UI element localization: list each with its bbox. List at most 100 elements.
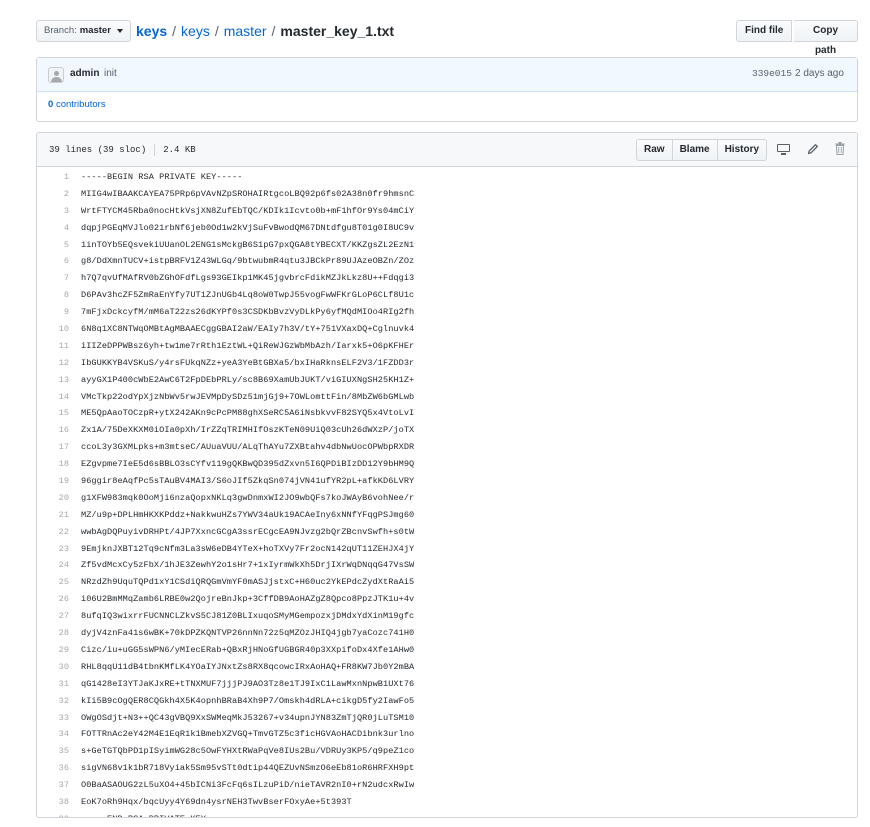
- code-table: 1 -----BEGIN RSA PRIVATE KEY----- 2 MIIG4wI…: [37, 169, 857, 817]
- line-content: 6N8q1XC8NTWqOMBtAgMBAAECggGBAI2aW/EAIy7h…: [81, 324, 415, 335]
- desktop-icon-screen: [777, 144, 790, 152]
- code-line: 25 NRzdZh9UquTQPd1xY1CSdiQRQGmVmYF0mASJjs…: [37, 574, 857, 591]
- line-content: WrtFTYCM45Rba0nocHtkVsjXN8ZufEbTQC/KDIk1…: [81, 205, 415, 216]
- code-line: 11 iIIZeDPPWBsz6yh+tw1me7rRth1EztWL+QiReW…: [37, 338, 857, 355]
- line-content: Zf5vdMcxCy5zFbX/1hJE3ZewhY2o1sHr7+1xIyrm…: [81, 560, 415, 571]
- blame-button[interactable]: Blame: [671, 139, 718, 161]
- line-content: 96ggir8eAqfPc5sTAuBV4MAI3/S6oJIf5ZkqSn07…: [81, 476, 415, 487]
- raw-button[interactable]: Raw: [636, 139, 673, 161]
- line-number[interactable]: 10: [37, 321, 69, 338]
- code-line: 3 WrtFTYCM45Rba0nocHtkVsjXN8ZufEbTQC/KDIk…: [37, 203, 857, 220]
- line-number[interactable]: 11: [37, 338, 69, 355]
- line-number[interactable]: 9: [37, 304, 69, 321]
- line-number[interactable]: 36: [37, 760, 69, 777]
- line-number[interactable]: 18: [37, 456, 69, 473]
- code-line: 8 D6PAv3hcZF5ZmRaEnYfy7UT1ZJnUGb4Lq8oW0Tw…: [37, 287, 857, 304]
- breadcrumb-separator: /: [271, 23, 276, 39]
- line-number[interactable]: 27: [37, 608, 69, 625]
- breadcrumb-dir-master-link[interactable]: master: [224, 21, 267, 41]
- breadcrumb-dir-keys-link[interactable]: keys: [181, 21, 210, 41]
- trash-icon[interactable]: [835, 142, 845, 155]
- line-content: Zx1A/75DeXKXM0iOIa0pXh/IrZZqTRIMHIfOszKT…: [81, 425, 415, 436]
- line-number[interactable]: 25: [37, 574, 69, 591]
- code-line: 32 kIi5B9cOgQER8CQGkh4X5K4opnhBRaB4Xh9P7/…: [37, 693, 857, 710]
- line-number[interactable]: 8: [37, 287, 69, 304]
- line-number[interactable]: 22: [37, 524, 69, 541]
- desktop-icon[interactable]: [777, 144, 790, 155]
- line-number[interactable]: 21: [37, 507, 69, 524]
- code-line: 21 MZ/u9p+DPLHmHKXKPddz+NakkwuHZs7YWV34aU…: [37, 507, 857, 524]
- line-number[interactable]: 31: [37, 676, 69, 693]
- line-number[interactable]: 39: [37, 811, 69, 817]
- line-number[interactable]: 19: [37, 473, 69, 490]
- commit-message[interactable]: init: [104, 68, 117, 79]
- line-number[interactable]: 15: [37, 405, 69, 422]
- line-number[interactable]: 3: [37, 203, 69, 220]
- commit-author[interactable]: admin: [70, 68, 99, 79]
- line-number[interactable]: 2: [37, 186, 69, 203]
- line-content: g1XFW983mqk0OoMji6nzaQopxNKLq3gwDnmxWI2J…: [81, 492, 415, 503]
- branch-select-button[interactable]: Branch: master: [36, 20, 131, 42]
- line-number[interactable]: 32: [37, 693, 69, 710]
- line-number[interactable]: 26: [37, 591, 69, 608]
- line-number[interactable]: 33: [37, 710, 69, 727]
- code-line: 2 MIIG4wIBAAKCAYEA75PRp6pVAvNZpSROHAIRtgc…: [37, 186, 857, 203]
- line-content: 7mFjxDckcyfM/mM6aT22zs26dKYPf0s3CSDKbBvz…: [81, 307, 415, 318]
- find-file-button[interactable]: Find file: [736, 20, 793, 42]
- pencil-icon[interactable]: [807, 143, 819, 155]
- line-content: MZ/u9p+DPLHmHKXKPddz+NakkwuHZs7YWV34aUk1…: [81, 509, 415, 520]
- line-content: sigVN68v1k1bR718Vyiak5Sm95vSTt0dtip44QEZ…: [81, 763, 415, 774]
- line-number[interactable]: 34: [37, 726, 69, 743]
- line-number[interactable]: 28: [37, 625, 69, 642]
- code-line: 28 dyjV4znFa41s6wBK+70kDPZKQNTVP26nnNn72z…: [37, 625, 857, 642]
- contributors-link[interactable]: 0 contributors: [48, 99, 106, 110]
- desktop-icon-stand: [781, 153, 786, 155]
- breadcrumb: keys / keys / master / master_key_1.txt: [136, 21, 394, 41]
- line-number[interactable]: 17: [37, 439, 69, 456]
- line-number[interactable]: 16: [37, 422, 69, 439]
- contributors-label: contributors: [55, 99, 106, 110]
- line-number[interactable]: 4: [37, 220, 69, 237]
- history-button[interactable]: History: [716, 139, 768, 161]
- line-number[interactable]: 29: [37, 642, 69, 659]
- breadcrumb-repo-link[interactable]: keys: [136, 21, 167, 41]
- line-number[interactable]: 14: [37, 389, 69, 406]
- code-line: 26 i06U2BmMMqZamb6LRBE0w2QojreBnJkp+3CffD…: [37, 591, 857, 608]
- line-number[interactable]: 35: [37, 743, 69, 760]
- line-number[interactable]: 13: [37, 372, 69, 389]
- line-number[interactable]: 12: [37, 355, 69, 372]
- code-line: 12 IbGUKKYB4VSKuS/y4rsFUkqNZz+yeA3YeBtGBX…: [37, 355, 857, 372]
- code-line: 4 dqpjPGEqMVJlo021rbNf6jeb0Od1w2kVjSuFvBw…: [37, 220, 857, 237]
- code-line: 35 s+GeTGTQbPD1pISyimWG28c5OwFYHXtRWaPqVe…: [37, 743, 857, 760]
- line-number[interactable]: 24: [37, 557, 69, 574]
- code-line: 13 ayyGX1P400cWbE2AwC6T2FpDEbPRLy/sc8B69X…: [37, 372, 857, 389]
- line-content: EoK7oRh9Hqx/bqcUyy4Y69dn4ysrNEH3TwvBserF…: [81, 796, 352, 807]
- code-line: 34 FOTTRnAc2eY42M4E1EqR1k1BmebXZVGQ+TmvGT…: [37, 726, 857, 743]
- line-number[interactable]: 7: [37, 270, 69, 287]
- line-content: OWgOSdjt+N3++QC43gVBQ9XxSWMeqMkJ53267+v3…: [81, 712, 415, 723]
- line-content: FOTTRnAc2eY42M4E1EqR1k1BmebXZVGQ+TmvGTZ5…: [81, 729, 415, 740]
- branch-name: master: [79, 25, 111, 36]
- line-number[interactable]: 6: [37, 253, 69, 270]
- file-viewer: 39 lines (39 sloc) 2.4 KB Raw Blame Hist…: [36, 132, 858, 818]
- line-content: -----BEGIN RSA PRIVATE KEY-----: [81, 172, 243, 182]
- code-line: 36 sigVN68v1k1bR718Vyiak5Sm95vSTt0dtip44Q…: [37, 760, 857, 777]
- avatar[interactable]: [48, 67, 64, 83]
- line-number[interactable]: 23: [37, 541, 69, 558]
- file-lines-info: 39 lines (39 sloc): [49, 145, 147, 155]
- line-number[interactable]: 30: [37, 659, 69, 676]
- line-number[interactable]: 20: [37, 490, 69, 507]
- copy-path-button[interactable]: Copy path: [794, 20, 858, 56]
- code-line: 20 g1XFW983mqk0OoMji6nzaQopxNKLq3gwDnmxWI…: [37, 490, 857, 507]
- line-content: NRzdZh9UquTQPd1xY1CSdiQRQGmVmYF0mASJjstx…: [81, 577, 415, 588]
- commit-sha-link[interactable]: 339e015: [752, 68, 792, 79]
- line-number[interactable]: 1: [37, 169, 69, 186]
- line-number[interactable]: 37: [37, 777, 69, 794]
- line-content: -----END RSA PRIVATE KEY-----: [69, 811, 232, 817]
- code-line: 38 EoK7oRh9Hqx/bqcUyy4Y69dn4ysrNEH3TwvBse…: [37, 794, 857, 811]
- line-number[interactable]: 5: [37, 237, 69, 254]
- line-content: wwbAgDQPuyivDRHPt/4JP7XxncGCgA3ssrECgcEA…: [81, 526, 415, 537]
- line-number[interactable]: 38: [37, 794, 69, 811]
- line-content: Cizc/iu+uGG5sWPN6/yMIecERab+QBxRjHNoGfUG…: [81, 644, 415, 655]
- line-content: MIIG4wIBAAKCAYEA75PRp6pVAvNZpSROHAIRtgco…: [81, 188, 415, 199]
